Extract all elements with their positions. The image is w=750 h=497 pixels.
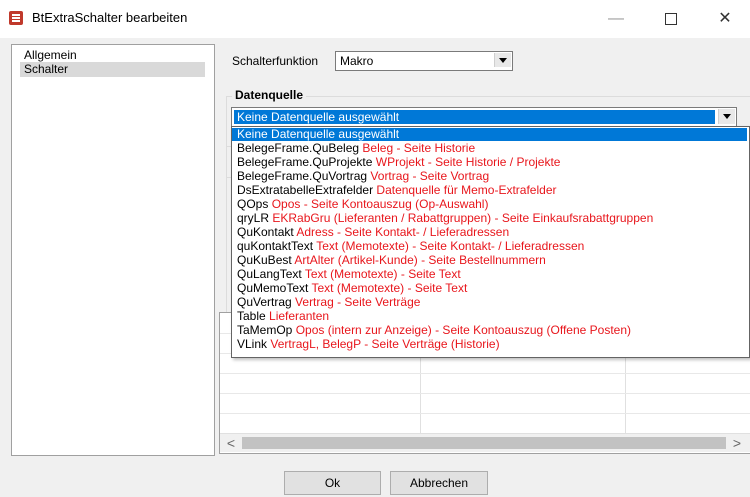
- dropdown-option[interactable]: qryLR EKRabGru (Lieferanten / Rabattgrup…: [232, 212, 747, 225]
- grid-row-divider: [220, 393, 750, 394]
- title-bar: BtExtraSchalter bearbeiten — ✕: [0, 0, 750, 38]
- grid-row-divider: [220, 373, 750, 374]
- maximize-icon: [665, 12, 677, 25]
- maximize-button[interactable]: [649, 6, 693, 32]
- dropdown-option[interactable]: QOps Opos - Seite Kontoauszug (Op-Auswah…: [232, 198, 747, 211]
- cancel-button[interactable]: Abbrechen: [390, 471, 488, 495]
- horizontal-scrollbar[interactable]: < >: [220, 433, 750, 452]
- datenquelle-select[interactable]: Keine Datenquelle ausgewählt: [231, 107, 737, 128]
- schalterfunktion-select[interactable]: Makro: [335, 51, 513, 71]
- ok-button[interactable]: Ok: [284, 471, 381, 495]
- minimize-button[interactable]: —: [594, 6, 638, 32]
- dropdown-option[interactable]: Keine Datenquelle ausgewählt: [232, 128, 747, 141]
- chevron-down-icon[interactable]: [718, 109, 735, 124]
- dropdown-option[interactable]: QuLangText Text (Memotexte) - Seite Text: [232, 268, 747, 281]
- scroll-thumb[interactable]: [242, 437, 726, 449]
- dropdown-option[interactable]: TaMemOp Opos (intern zur Anzeige) - Seit…: [232, 324, 747, 337]
- dropdown-option[interactable]: DsExtratabelleExtrafelder Datenquelle fü…: [232, 184, 747, 197]
- dropdown-option[interactable]: QuKontakt Adress - Seite Kontakt- / Lief…: [232, 226, 747, 239]
- datenquelle-title: Datenquelle: [232, 88, 307, 102]
- datenquelle-dropdown-list[interactable]: Keine Datenquelle ausgewählt BelegeFrame…: [231, 126, 750, 358]
- schalterfunktion-label: Schalterfunktion: [232, 54, 319, 68]
- close-button[interactable]: ✕: [703, 6, 747, 32]
- window-title: BtExtraSchalter bearbeiten: [32, 10, 188, 25]
- datenquelle-selected-value: Keine Datenquelle ausgewählt: [234, 110, 715, 124]
- dropdown-option[interactable]: BelegeFrame.QuBeleg Beleg - Seite Histor…: [232, 142, 747, 155]
- app-icon: [9, 11, 23, 25]
- dropdown-option[interactable]: BelegeFrame.QuVortrag Vortrag - Seite Vo…: [232, 170, 747, 183]
- nav-item-allgemein[interactable]: Allgemein: [20, 48, 81, 63]
- dropdown-option[interactable]: VLink VertragL, BelegP - Seite Verträge …: [232, 338, 747, 351]
- schalterfunktion-value: Makro: [340, 54, 374, 68]
- nav-item-schalter[interactable]: Schalter: [20, 62, 205, 77]
- navigation-list[interactable]: Allgemein Schalter: [11, 44, 215, 456]
- dialog-body: Allgemein Schalter Schalterfunktion Makr…: [0, 38, 750, 497]
- grid-row-divider: [220, 413, 750, 414]
- dropdown-option[interactable]: Table Lieferanten: [232, 310, 747, 323]
- dropdown-option[interactable]: quKontaktText Text (Memotexte) - Seite K…: [232, 240, 747, 253]
- scroll-left-icon[interactable]: <: [224, 436, 238, 450]
- dropdown-option[interactable]: QuKuBest ArtAlter (Artikel-Kunde) - Seit…: [232, 254, 747, 267]
- dropdown-option[interactable]: QuVertrag Vertrag - Seite Verträge: [232, 296, 747, 309]
- dropdown-option[interactable]: BelegeFrame.QuProjekte WProjekt - Seite …: [232, 156, 747, 169]
- dropdown-option[interactable]: QuMemoText Text (Memotexte) - Seite Text: [232, 282, 747, 295]
- scroll-right-icon[interactable]: >: [730, 436, 744, 450]
- chevron-down-icon[interactable]: [494, 53, 511, 67]
